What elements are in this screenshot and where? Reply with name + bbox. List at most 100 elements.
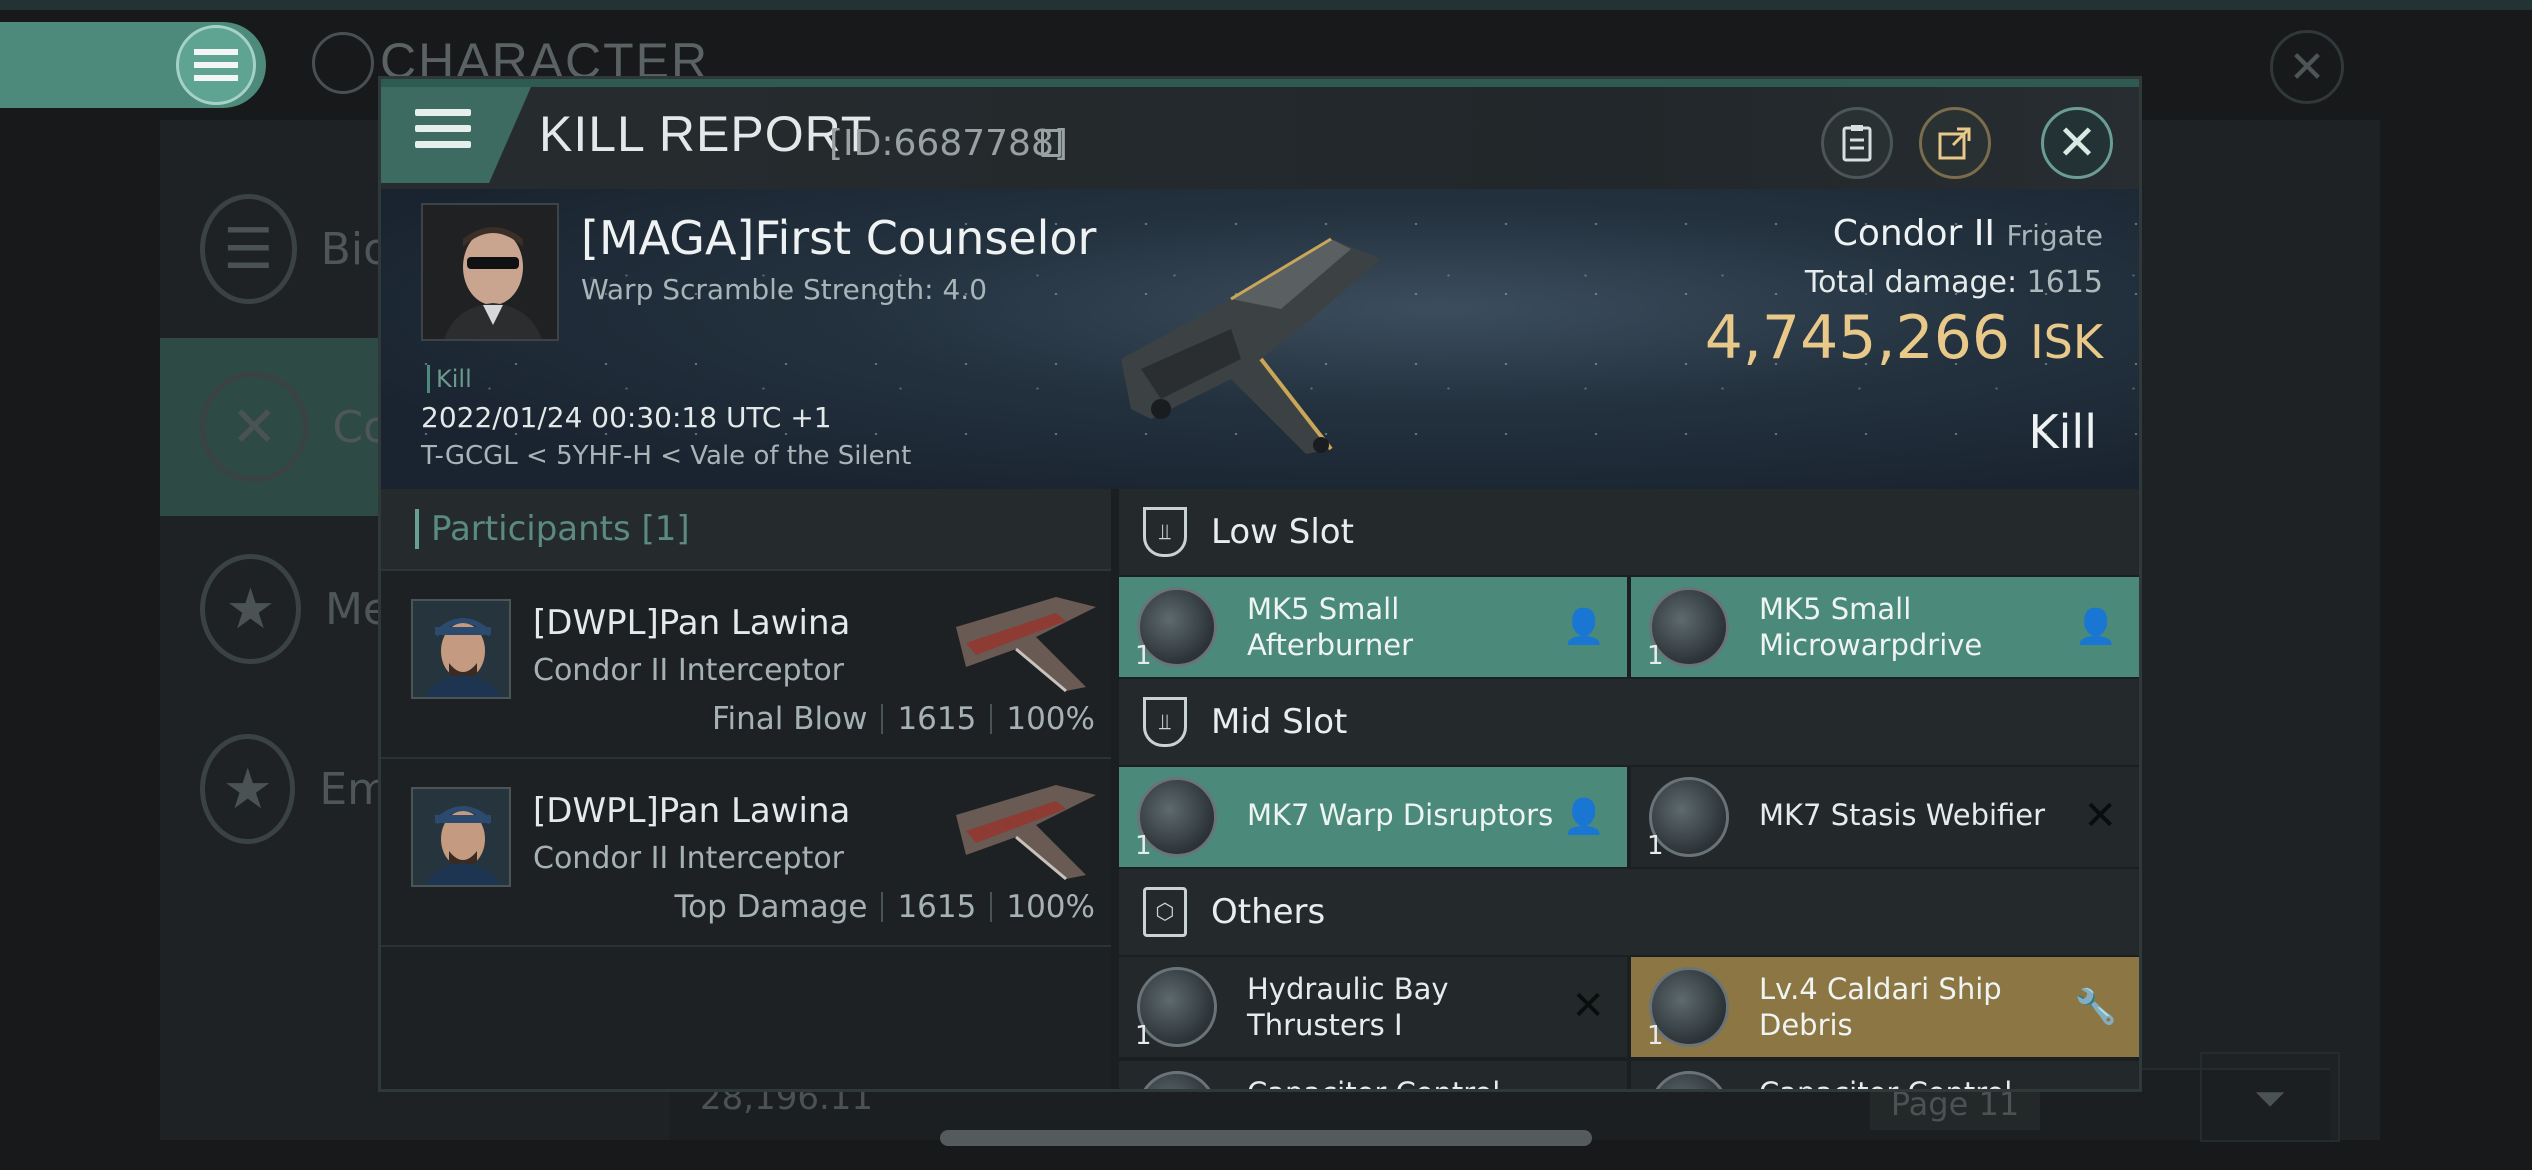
participant-role: Top Damage — [674, 889, 868, 925]
kill-location[interactable]: T-GCGL < 5YHF-H < Vale of the Silent — [421, 441, 911, 471]
mid-slot-header: ⫫ Mid Slot — [1119, 679, 2139, 765]
filter-button[interactable]: ⏷ — [2200, 1052, 2340, 1142]
fitted-item[interactable]: 1 MK5 Small Microwarpdrive 👤 — [1631, 577, 2139, 677]
destroyed-x-icon: ✕ — [1571, 983, 1605, 1029]
participants-panel: Participants [1] [DWPL]Pan Lawina Condor… — [381, 489, 1111, 1089]
hamburger-icon — [176, 25, 256, 105]
warp-scramble-strength: Warp Scramble Strength: 4.0 — [581, 273, 988, 306]
participants-title: Participants [1] — [415, 509, 690, 549]
top-strip — [0, 0, 2532, 10]
report-id: [ID:6687788] — [829, 123, 1068, 164]
sidebar-item-bio[interactable]: ☰ Bio — [160, 160, 390, 338]
destroyed-item[interactable]: 1 MK7 Stasis Webifier ✕ — [1631, 767, 2139, 867]
participants-header: Participants [1] — [381, 489, 1111, 571]
item-quantity: 1 — [1647, 1021, 1664, 1051]
slot-shield-icon: ⫫ — [1143, 697, 1187, 747]
destroyed-item[interactable]: 1 Capacitor Control ✕ — [1631, 1061, 2139, 1089]
copy-icon[interactable] — [1041, 129, 1061, 157]
participant-row[interactable]: [DWPL]Pan Lawina Condor II Interceptor F… — [381, 571, 1111, 759]
mid-slot-label: Mid Slot — [1211, 702, 1348, 742]
sidebar-item-employment[interactable]: ★ Em — [160, 700, 390, 878]
kill-result: Kill — [2028, 405, 2097, 459]
item-name: MK7 Stasis Webifier — [1759, 798, 2046, 832]
report-button[interactable] — [1821, 107, 1893, 179]
fitted-item[interactable]: 1 MK7 Warp Disruptors 👤 — [1119, 767, 1627, 867]
isk-value: 4,745,266 ISK — [1705, 303, 2103, 373]
close-button[interactable]: ✕ — [2041, 107, 2113, 179]
capacitor-control-icon — [1137, 1071, 1217, 1089]
item-name: Hydraulic Bay Thrusters I — [1247, 972, 1449, 1042]
capacitor-control-icon — [1649, 1071, 1729, 1089]
modal-menu-button[interactable] — [381, 87, 531, 183]
star-icon: ★ — [200, 554, 301, 664]
kill-report-modal: KILL REPORT [ID:6687788] ✕ [MAGA]First C… — [378, 76, 2142, 1092]
modal-accent-bar — [381, 79, 2139, 87]
participant-row[interactable]: [DWPL]Pan Lawina Condor II Interceptor T… — [381, 759, 1111, 947]
destroyed-item[interactable]: 1 Capacitor Control ✕ — [1119, 1061, 1627, 1089]
share-button[interactable] — [1919, 107, 1991, 179]
item-quantity: 1 — [1135, 641, 1152, 671]
total-damage-value: 1615 — [2026, 265, 2103, 300]
slot-shield-icon: ⫫ — [1143, 507, 1187, 557]
item-name: Lv.4 Caldari Ship Debris — [1759, 972, 2002, 1042]
item-quantity: 1 — [1647, 831, 1664, 861]
sidebar-item-medals[interactable]: ★ Me — [160, 520, 390, 698]
modal-title: KILL REPORT — [539, 106, 873, 162]
fitted-status-icon: 👤 — [1562, 797, 1605, 837]
destroyed-x-icon: ✕ — [2083, 793, 2117, 839]
destroyed-x-icon: ✕ — [1571, 1087, 1605, 1089]
isk-unit: ISK — [2030, 315, 2103, 369]
total-damage: Total damage: 1615 — [1805, 265, 2103, 300]
hamburger-icon — [415, 109, 471, 159]
share-icon — [1938, 127, 1971, 160]
participant-ship-image — [956, 785, 1096, 881]
participant-ship: Condor II Interceptor — [533, 841, 845, 876]
destroyed-x-icon: ✕ — [2083, 1087, 2117, 1089]
close-icon: ✕ — [2288, 41, 2326, 93]
destroyed-item[interactable]: 1 Hydraulic Bay Thrusters I ✕ — [1119, 957, 1627, 1057]
cube-icon: ⬡ — [1143, 887, 1187, 937]
kill-datetime: 2022/01/24 00:30:18 UTC +1 — [421, 401, 832, 434]
ship-type: Condor II — [1832, 213, 1996, 254]
item-name: MK7 Warp Disruptors — [1247, 798, 1554, 832]
modal-header: KILL REPORT [ID:6687788] ✕ — [381, 87, 2139, 189]
participant-ship: Condor II Interceptor — [533, 653, 845, 688]
crossed-swords-icon: ✕ — [200, 372, 309, 482]
participant-avatar[interactable] — [411, 599, 511, 699]
character-icon — [312, 32, 374, 94]
background-close-button[interactable]: ✕ — [2270, 30, 2344, 104]
dropped-item[interactable]: 1 Lv.4 Caldari Ship Debris 🔧 — [1631, 957, 2139, 1057]
close-icon: ✕ — [2056, 115, 2098, 171]
item-name: MK5 Small Afterburner — [1247, 592, 1413, 662]
kill-tag: Kill — [427, 365, 472, 393]
total-damage-label: Total damage: — [1804, 265, 2018, 300]
victim-name[interactable]: [MAGA]First Counselor — [581, 211, 1096, 265]
item-name: Capacitor Control — [1247, 1075, 1567, 1089]
participant-name: [DWPL]Pan Lawina — [533, 791, 851, 831]
main-menu-button[interactable] — [0, 22, 266, 108]
participant-percent: 100% — [1006, 701, 1095, 737]
participant-role: Final Blow — [711, 701, 868, 737]
item-name: MK5 Small Microwarpdrive — [1759, 592, 1983, 662]
participant-damage: 1615 — [897, 889, 977, 925]
item-quantity: 1 — [1647, 641, 1664, 671]
isk-amount: 4,745,266 — [1704, 303, 2011, 373]
participant-name: [DWPL]Pan Lawina — [533, 603, 851, 643]
sidebar-item-combat[interactable]: ✕ Co — [160, 338, 390, 516]
clipboard-icon — [1842, 125, 1872, 162]
scroll-handle[interactable] — [940, 1130, 1592, 1146]
participant-avatar[interactable] — [411, 787, 511, 887]
fitting-panel: ⫫ Low Slot 1 MK5 Small Afterburner 👤 1 M… — [1119, 489, 2139, 1089]
list-icon: ☰ — [200, 194, 297, 304]
wrench-icon: 🔧 — [2074, 987, 2117, 1027]
item-quantity: 1 — [1135, 1021, 1152, 1051]
kill-summary: [MAGA]First Counselor Warp Scramble Stre… — [381, 189, 2139, 489]
victim-portrait[interactable] — [421, 203, 559, 341]
low-slot-header: ⫫ Low Slot — [1119, 489, 2139, 575]
ship-name[interactable]: Condor II Frigate — [1833, 213, 2103, 254]
participant-stats: Top Damage 1615 100% — [674, 889, 1095, 925]
others-label: Others — [1211, 892, 1326, 932]
filter-icon: ⏷ — [2254, 1076, 2286, 1122]
fitted-item[interactable]: 1 MK5 Small Afterburner 👤 — [1119, 577, 1627, 677]
background-sidebar: ☰ Bio ✕ Co ★ Me ★ Em — [160, 120, 390, 1140]
